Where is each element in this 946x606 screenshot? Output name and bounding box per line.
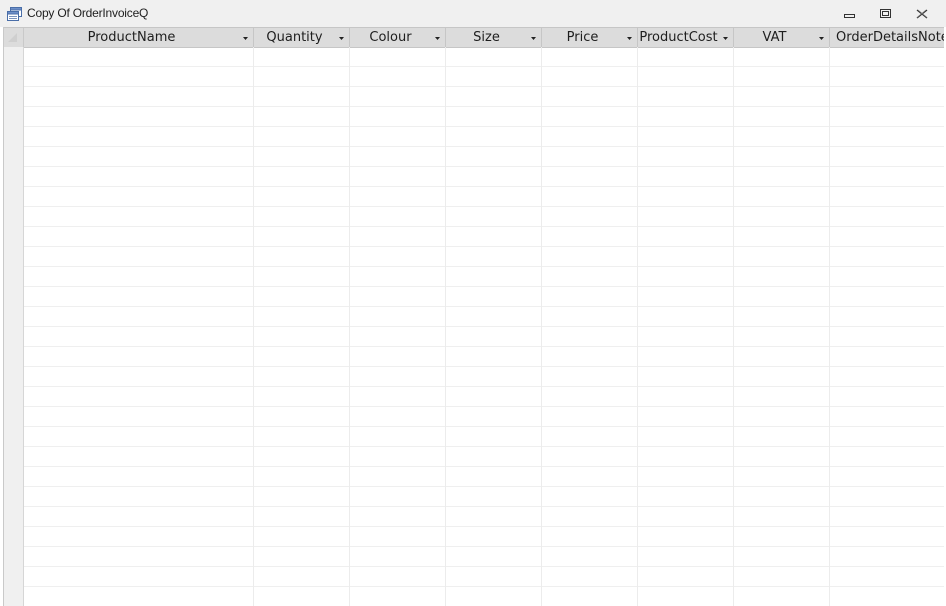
chevron-down-icon[interactable] bbox=[434, 36, 441, 41]
chevron-down-icon[interactable] bbox=[242, 36, 249, 41]
column-label: ProductName bbox=[87, 30, 176, 45]
restore-icon bbox=[880, 9, 891, 18]
column-label: Colour bbox=[369, 30, 412, 45]
column-label: Size bbox=[473, 30, 500, 45]
column-header-quantity[interactable]: Quantity bbox=[254, 28, 350, 47]
chevron-down-icon[interactable] bbox=[722, 36, 729, 41]
column-header-vat[interactable]: VAT bbox=[734, 28, 830, 47]
window-title: Copy Of OrderInvoiceQ bbox=[27, 6, 149, 20]
column-header-row: ProductName Quantity Colour Size Price P… bbox=[4, 27, 944, 48]
datasheet-body[interactable] bbox=[24, 47, 944, 606]
select-all-corner[interactable] bbox=[4, 28, 24, 47]
chevron-down-icon[interactable] bbox=[530, 36, 537, 41]
restore-button[interactable] bbox=[874, 5, 898, 23]
column-label: ProductCost bbox=[639, 30, 718, 45]
chevron-down-icon[interactable] bbox=[626, 36, 633, 41]
column-header-price[interactable]: Price bbox=[542, 28, 638, 47]
column-divider bbox=[829, 47, 830, 606]
column-header-productname[interactable]: ProductName bbox=[24, 28, 254, 47]
column-divider bbox=[637, 47, 638, 606]
record-selector-column[interactable] bbox=[4, 47, 24, 606]
column-label: OrderDetailsNote bbox=[836, 30, 944, 45]
minimize-icon bbox=[844, 14, 855, 18]
column-header-size[interactable]: Size bbox=[446, 28, 542, 47]
datasheet-grid: ProductName Quantity Colour Size Price P… bbox=[3, 27, 944, 606]
column-divider bbox=[445, 47, 446, 606]
column-header-colour[interactable]: Colour bbox=[350, 28, 446, 47]
select-all-icon bbox=[8, 33, 17, 42]
chevron-down-icon[interactable] bbox=[338, 36, 345, 41]
chevron-down-icon[interactable] bbox=[818, 36, 825, 41]
close-icon bbox=[916, 9, 928, 19]
minimize-button[interactable] bbox=[838, 5, 862, 23]
column-divider bbox=[541, 47, 542, 606]
column-label: Quantity bbox=[266, 30, 323, 45]
close-button[interactable] bbox=[910, 5, 934, 23]
column-header-productcost[interactable]: ProductCost bbox=[638, 28, 734, 47]
column-divider bbox=[733, 47, 734, 606]
column-header-orderdetailsnote[interactable]: OrderDetailsNote bbox=[830, 28, 944, 47]
column-divider bbox=[349, 47, 350, 606]
title-bar: Copy Of OrderInvoiceQ bbox=[0, 0, 946, 27]
column-label: Price bbox=[566, 30, 599, 45]
column-divider bbox=[253, 47, 254, 606]
datasheet-icon bbox=[7, 6, 22, 21]
column-label: VAT bbox=[762, 30, 787, 45]
